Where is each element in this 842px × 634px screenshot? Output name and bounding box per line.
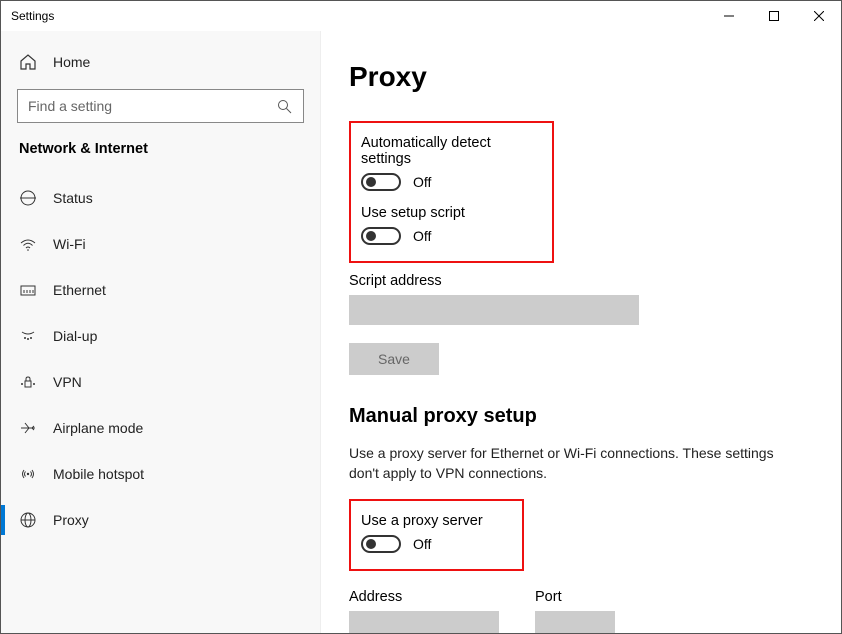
use-proxy-label: Use a proxy server [361, 513, 512, 529]
main-content: Proxy Automatically detect settings Off … [321, 31, 841, 633]
auto-detect-row: Automatically detect settings Off [361, 135, 542, 191]
proxy-icon [19, 511, 37, 529]
search-box[interactable] [17, 89, 304, 123]
port-label: Port [535, 589, 615, 605]
close-button[interactable] [796, 1, 841, 31]
wifi-icon [19, 235, 37, 253]
page-title: Proxy [349, 61, 813, 93]
sidebar-home[interactable]: Home [1, 43, 320, 81]
maximize-icon [769, 11, 779, 21]
setup-script-state: Off [413, 228, 431, 244]
status-icon [19, 189, 37, 207]
sidebar-category: Network & Internet [1, 141, 320, 175]
sidebar-item-label: Airplane mode [53, 420, 143, 436]
sidebar-item-label: Wi-Fi [53, 236, 86, 252]
ethernet-icon [19, 281, 37, 299]
sidebar-item-dialup[interactable]: Dial-up [1, 313, 320, 359]
vpn-icon [19, 373, 37, 391]
save-button[interactable]: Save [349, 343, 439, 375]
port-input[interactable] [535, 611, 615, 633]
sidebar-item-label: Ethernet [53, 282, 106, 298]
hotspot-icon [19, 465, 37, 483]
highlight-auto-proxy: Automatically detect settings Off Use se… [349, 121, 554, 263]
maximize-button[interactable] [751, 1, 796, 31]
airplane-icon [19, 419, 37, 437]
use-proxy-state: Off [413, 536, 431, 552]
use-proxy-toggle[interactable] [361, 535, 401, 553]
setup-script-toggle[interactable] [361, 227, 401, 245]
sidebar-home-label: Home [53, 54, 90, 70]
home-icon [19, 53, 37, 71]
auto-detect-label: Automatically detect settings [361, 135, 542, 167]
minimize-icon [724, 11, 734, 21]
auto-detect-state: Off [413, 174, 431, 190]
sidebar-item-label: Proxy [53, 512, 89, 528]
setup-script-row: Use setup script Off [361, 205, 542, 245]
highlight-manual-proxy: Use a proxy server Off [349, 499, 524, 571]
script-address-label: Script address [349, 273, 813, 289]
setup-script-label: Use setup script [361, 205, 542, 221]
sidebar-item-proxy[interactable]: Proxy [1, 497, 320, 543]
sidebar-item-label: VPN [53, 374, 82, 390]
sidebar-item-label: Status [53, 190, 93, 206]
sidebar-item-hotspot[interactable]: Mobile hotspot [1, 451, 320, 497]
manual-section-title: Manual proxy setup [349, 405, 813, 428]
close-icon [814, 11, 824, 21]
dialup-icon [19, 327, 37, 345]
sidebar: Home Network & Internet Status Wi-Fi [1, 31, 321, 633]
window-title: Settings [11, 9, 54, 23]
minimize-button[interactable] [706, 1, 751, 31]
sidebar-item-ethernet[interactable]: Ethernet [1, 267, 320, 313]
sidebar-item-label: Mobile hotspot [53, 466, 144, 482]
script-address-input[interactable] [349, 295, 639, 325]
search-input[interactable] [28, 98, 275, 114]
search-icon [275, 97, 293, 115]
manual-description: Use a proxy server for Ethernet or Wi-Fi… [349, 444, 789, 483]
auto-detect-toggle[interactable] [361, 173, 401, 191]
sidebar-item-label: Dial-up [53, 328, 97, 344]
window-controls [706, 1, 841, 31]
sidebar-item-airplane[interactable]: Airplane mode [1, 405, 320, 451]
sidebar-item-wifi[interactable]: Wi-Fi [1, 221, 320, 267]
sidebar-item-vpn[interactable]: VPN [1, 359, 320, 405]
address-label: Address [349, 589, 499, 605]
use-proxy-row: Use a proxy server Off [361, 513, 512, 553]
address-input[interactable] [349, 611, 499, 633]
sidebar-item-status[interactable]: Status [1, 175, 320, 221]
